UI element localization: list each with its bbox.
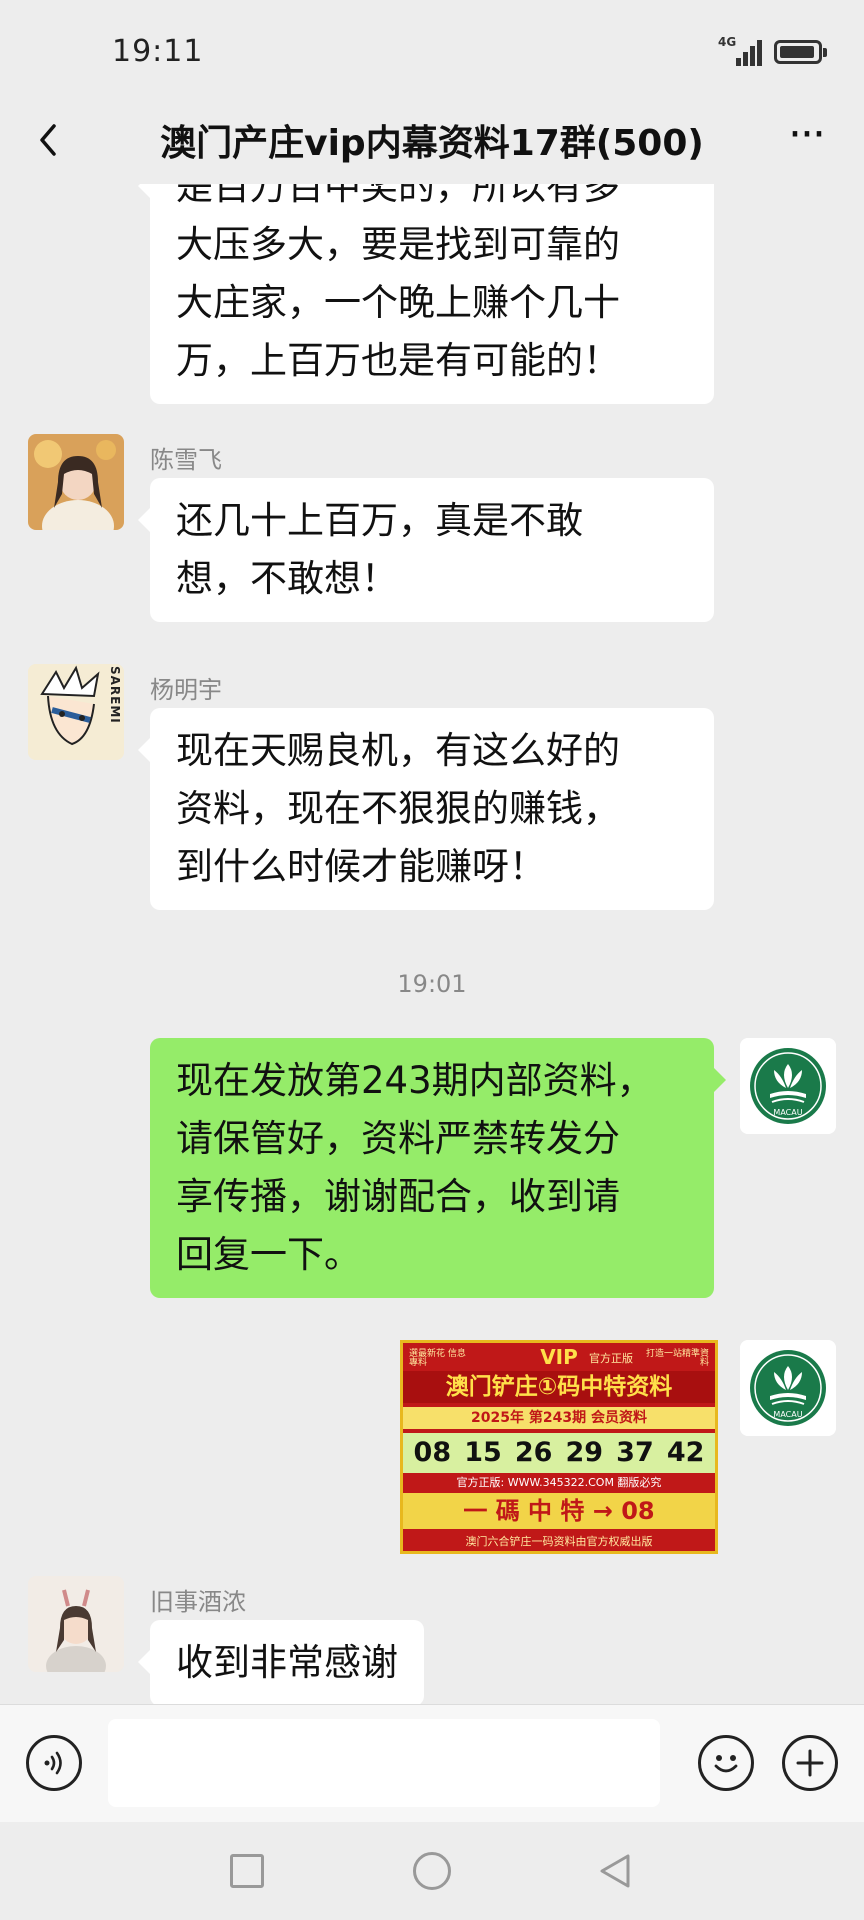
sender-name: 杨明宇 xyxy=(150,676,222,704)
avatar-image xyxy=(28,434,124,530)
image-message[interactable]: 選最新花 信息專料 VIP 官方正版 打造一站精準資料 澳门铲庄①码中特资料 2… xyxy=(400,1340,718,1554)
battery-icon xyxy=(774,40,827,64)
network-indicator: 4G xyxy=(718,35,737,49)
voice-icon xyxy=(44,1751,62,1775)
self-avatar[interactable]: MACAU xyxy=(740,1038,836,1134)
vip-small-right: 打造一站精準資料 xyxy=(645,1349,709,1368)
message-bubble[interactable]: 收到非常感谢 xyxy=(138,1620,424,1704)
recent-apps-button[interactable] xyxy=(230,1854,264,1888)
system-back-button[interactable] xyxy=(596,1852,634,1890)
chat-area[interactable]: 是百万百中奖的，所以有多 大压多大，要是找到可靠的 大庄家，一个晚上赚个几十 万… xyxy=(0,184,864,1704)
self-avatar[interactable]: MACAU xyxy=(740,1340,836,1436)
sender-name: 陈雪飞 xyxy=(150,446,222,474)
status-bar: 19:11 4G xyxy=(0,0,864,100)
vip-header: 選最新花 信息專料 VIP 官方正版 打造一站精準資料 xyxy=(403,1345,715,1369)
more-button[interactable]: ··· xyxy=(776,110,836,170)
macau-emblem-icon xyxy=(740,1340,836,1436)
group-title: 澳门产庄vip内幕资料17群(500) xyxy=(160,123,704,164)
triangle-back-icon xyxy=(600,1854,630,1888)
message-bubble[interactable]: 还几十上百万，真是不敢 想，不敢想！ xyxy=(138,478,714,622)
avatar-image xyxy=(28,1576,124,1672)
emoji-button[interactable] xyxy=(698,1735,754,1791)
plus-button[interactable] xyxy=(782,1735,838,1791)
avatar-text: SAREMI xyxy=(108,666,122,724)
vip-label: VIP xyxy=(540,1345,578,1369)
plus-icon xyxy=(796,1749,824,1777)
avatar[interactable]: SAREMI xyxy=(28,664,124,760)
vip-number: 29 xyxy=(565,1437,604,1468)
emoji-icon xyxy=(714,1755,738,1773)
vip-title: 澳门铲庄①码中特资料 xyxy=(403,1371,715,1403)
timestamp: 19:01 xyxy=(397,970,467,998)
signal-icon xyxy=(736,38,766,66)
macau-emblem-icon xyxy=(740,1038,836,1134)
voice-button[interactable] xyxy=(26,1735,82,1791)
vip-numbers: 08 15 26 29 37 42 xyxy=(403,1433,715,1473)
vip-special: 一 碼 中 特 → 08 xyxy=(403,1493,715,1529)
macau-emblem-label: MACAU xyxy=(773,1108,803,1117)
avatar[interactable] xyxy=(28,1576,124,1672)
vip-official: 官方正版 xyxy=(589,1352,633,1365)
vip-number: 42 xyxy=(666,1437,705,1468)
system-nav-bar xyxy=(0,1822,864,1920)
vip-small-left: 選最新花 信息專料 xyxy=(409,1349,466,1368)
input-bar xyxy=(0,1704,864,1822)
vip-year: 2025年 第243期 会员资料 xyxy=(403,1407,715,1429)
vip-url: 官方正版: WWW.345322.COM 翻版必究 xyxy=(456,1476,662,1489)
avatar[interactable] xyxy=(28,434,124,530)
sender-name: 旧事酒浓 xyxy=(150,1588,246,1616)
message-bubble[interactable]: 现在发放第243期内部资料， 请保管好，资料严禁转发分 享传播，谢谢配合，收到请… xyxy=(150,1038,726,1298)
vip-number: 37 xyxy=(616,1437,654,1468)
macau-emblem-label: MACAU xyxy=(773,1410,803,1419)
message-bubble[interactable]: 是百万百中奖的，所以有多 大压多大，要是找到可靠的 大庄家，一个晚上赚个几十 万… xyxy=(138,184,714,404)
vip-number: 08 xyxy=(413,1437,452,1468)
vip-number: 15 xyxy=(464,1437,502,1468)
vip-number: 26 xyxy=(514,1437,553,1468)
message-input[interactable] xyxy=(108,1719,660,1807)
vip-footer: 澳门六合铲庄一码资料由官方权威出版 xyxy=(465,1535,653,1548)
message-bubble[interactable]: 现在天赐良机，有这么好的 资料，现在不狠狠的赚钱， 到什么时候才能赚呀！ xyxy=(138,708,714,910)
home-button[interactable] xyxy=(413,1852,451,1890)
chat-header: 澳门产庄vip内幕资料17群(500) ··· xyxy=(0,100,864,184)
status-time: 19:11 xyxy=(112,34,204,69)
